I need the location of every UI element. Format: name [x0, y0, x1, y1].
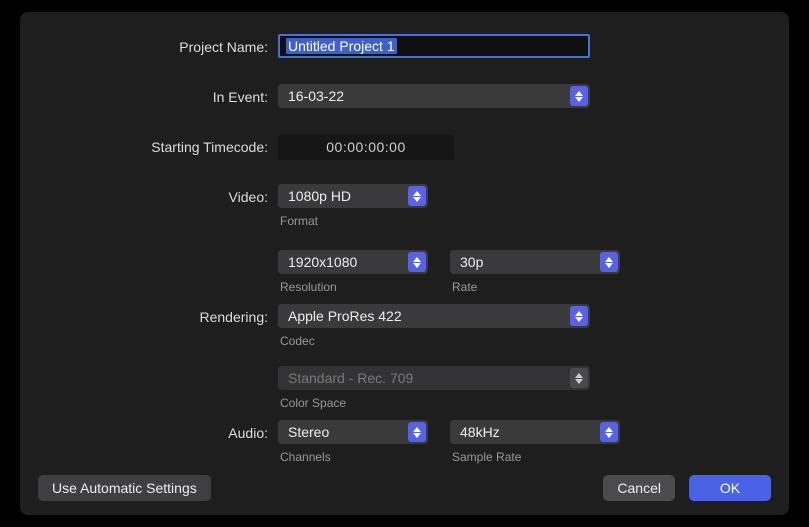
updown-icon: [408, 186, 426, 206]
row-starting-tc: Starting Timecode: 00:00:00:00: [38, 134, 771, 162]
use-automatic-settings-button[interactable]: Use Automatic Settings: [38, 475, 211, 501]
sub-channels: Channels: [280, 450, 428, 464]
project-name-text: Untitled Project 1: [286, 38, 397, 54]
updown-icon: [600, 252, 618, 272]
codec-value: Apple ProRes 422: [288, 308, 402, 324]
label-starting-tc: Starting Timecode:: [38, 134, 278, 160]
row-project-name: Project Name: Untitled Project 1: [38, 34, 771, 62]
sample-rate-popup[interactable]: 48kHz: [450, 420, 620, 444]
channels-popup[interactable]: Stereo: [278, 420, 428, 444]
updown-icon: [600, 422, 618, 442]
row-in-event: In Event: 16-03-22: [38, 84, 771, 112]
label-in-event: In Event:: [38, 84, 278, 110]
new-project-dialog: Project Name: Untitled Project 1 In Even…: [20, 12, 789, 515]
rate-popup[interactable]: 30p: [450, 250, 620, 274]
label-audio: Audio:: [38, 420, 278, 446]
video-format-value: 1080p HD: [288, 188, 351, 204]
label-rendering: Rendering:: [38, 304, 278, 330]
rate-value: 30p: [460, 254, 483, 270]
updown-icon: [408, 252, 426, 272]
ok-button[interactable]: OK: [689, 475, 771, 501]
resolution-popup[interactable]: 1920x1080: [278, 250, 428, 274]
sub-rate: Rate: [452, 280, 620, 294]
cancel-button[interactable]: Cancel: [603, 475, 675, 501]
footer: Use Automatic Settings Cancel OK: [38, 475, 771, 501]
video-format-popup[interactable]: 1080p HD: [278, 184, 428, 208]
project-name-input[interactable]: Untitled Project 1: [278, 34, 590, 58]
label-project-name: Project Name:: [38, 34, 278, 60]
sub-color-space: Color Space: [280, 396, 590, 410]
resolution-value: 1920x1080: [288, 254, 357, 270]
timecode-input[interactable]: 00:00:00:00: [278, 134, 454, 160]
label-video: Video:: [38, 184, 278, 210]
updown-icon: [570, 306, 588, 326]
channels-value: Stereo: [288, 424, 329, 440]
color-space-popup[interactable]: Standard - Rec. 709: [278, 366, 590, 390]
updown-icon: [570, 368, 588, 388]
sub-format: Format: [280, 214, 620, 228]
row-audio: Audio: Stereo Channels 48kHz: [38, 420, 771, 464]
event-value: 16-03-22: [288, 88, 344, 104]
updown-icon: [408, 422, 426, 442]
row-video: Video: 1080p HD Format: [38, 184, 771, 294]
codec-popup[interactable]: Apple ProRes 422: [278, 304, 590, 328]
updown-icon: [570, 86, 588, 106]
sub-sample-rate: Sample Rate: [452, 450, 620, 464]
form: Project Name: Untitled Project 1 In Even…: [38, 34, 771, 464]
event-popup[interactable]: 16-03-22: [278, 84, 590, 108]
row-rendering: Rendering: Apple ProRes 422 Codec: [38, 304, 771, 410]
sub-resolution: Resolution: [280, 280, 428, 294]
sub-codec: Codec: [280, 334, 590, 348]
color-space-value: Standard - Rec. 709: [288, 370, 413, 386]
sample-rate-value: 48kHz: [460, 424, 500, 440]
